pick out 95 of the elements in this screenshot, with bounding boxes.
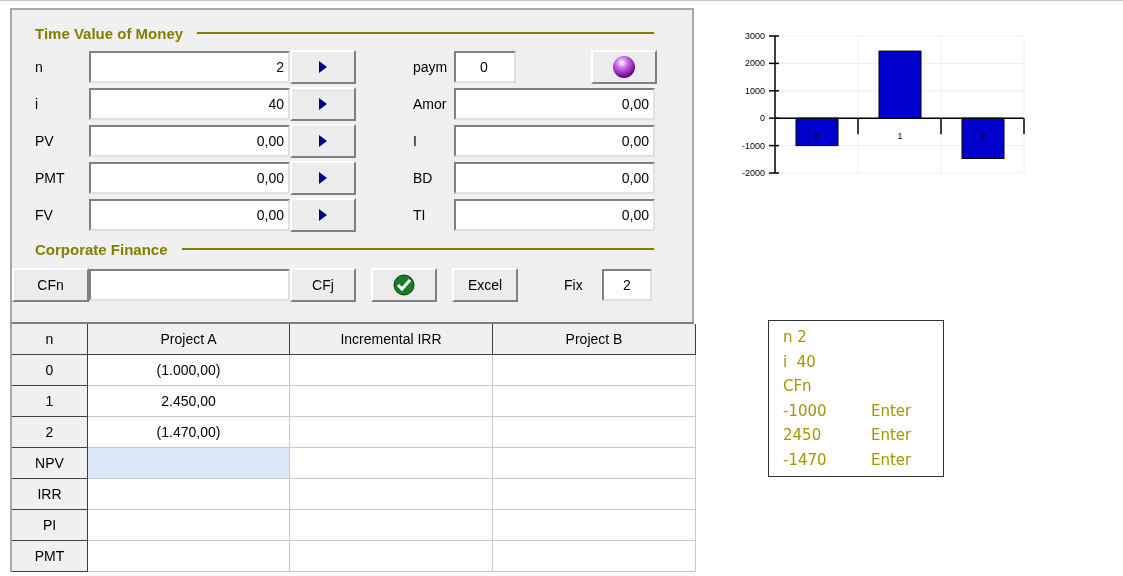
table-cell[interactable] — [290, 355, 493, 386]
row-header: 2 — [12, 417, 88, 448]
play-icon — [319, 135, 327, 147]
keystroke-action: Enter — [871, 426, 912, 445]
keystroke-value: n 2 — [783, 328, 807, 347]
table-cell[interactable] — [290, 386, 493, 417]
row-header: 1 — [12, 386, 88, 417]
row-header: PMT — [12, 541, 88, 572]
input-field[interactable]: 0,00 — [89, 125, 290, 157]
cfn-button[interactable]: CFn — [12, 268, 89, 302]
keystroke-value: i 40 — [783, 352, 816, 371]
field-label: TI — [412, 207, 427, 223]
table-cell[interactable] — [88, 510, 290, 541]
x-tick-label: 2 — [980, 131, 986, 142]
table-cell[interactable] — [290, 417, 493, 448]
input-field[interactable]: 0 — [454, 51, 516, 83]
y-tick-label: 2000 — [744, 58, 765, 69]
row-header: IRR — [12, 479, 88, 510]
table-cell[interactable] — [88, 448, 290, 479]
fix-label: Fix — [564, 277, 584, 293]
solve-button[interactable] — [290, 50, 356, 84]
cfj-button[interactable]: CFj — [290, 268, 356, 302]
column-header: Project A — [88, 324, 290, 355]
keystroke-value: -1470 — [783, 450, 828, 469]
row-header: PI — [12, 510, 88, 541]
table-cell[interactable] — [290, 510, 493, 541]
excel-button[interactable]: Excel — [452, 268, 518, 302]
field-label: PMT — [34, 170, 66, 186]
y-tick-label: 1000 — [744, 85, 765, 96]
play-icon — [319, 209, 327, 221]
column-header: Project B — [493, 324, 696, 355]
x-tick-label: 1 — [897, 131, 903, 142]
chart-bar — [961, 117, 1005, 159]
table-cell[interactable] — [493, 355, 696, 386]
column-header: Incremental IRR — [290, 324, 493, 355]
table-cell[interactable] — [493, 386, 696, 417]
table-cell[interactable] — [493, 479, 696, 510]
keystroke-action: Enter — [871, 401, 912, 420]
solve-button[interactable] — [290, 87, 356, 121]
play-icon — [319, 61, 327, 73]
table-cell[interactable] — [88, 479, 290, 510]
field-label: PV — [34, 133, 55, 149]
play-icon — [319, 172, 327, 184]
chart-bar — [878, 50, 922, 119]
play-icon — [319, 98, 327, 110]
table-cell[interactable]: (1.470,00) — [88, 417, 290, 448]
x-tick-label: 0 — [814, 131, 820, 142]
field-label: n — [34, 59, 44, 75]
solve-button[interactable] — [290, 198, 356, 232]
keystroke-value: -1000 — [783, 401, 828, 420]
table-cell[interactable] — [493, 510, 696, 541]
table-cell[interactable] — [493, 541, 696, 572]
input-field[interactable]: 0,00 — [89, 162, 290, 194]
section-title: Time Value of Money — [35, 24, 184, 42]
keystroke-value: CFn — [783, 377, 812, 396]
field-label: FV — [34, 207, 54, 223]
input-field[interactable]: 2 — [89, 51, 290, 83]
section-title: Corporate Finance — [35, 240, 168, 258]
row-header: NPV — [12, 448, 88, 479]
column-header: n — [12, 324, 88, 355]
cash-flow-input[interactable] — [89, 269, 290, 301]
field-label: I — [412, 133, 418, 149]
keystroke-value: 2450 — [783, 426, 823, 445]
table-cell[interactable] — [290, 541, 493, 572]
y-tick-label: -2000 — [741, 168, 765, 178]
output-field: 0,00 — [454, 199, 655, 231]
row-header: 0 — [12, 355, 88, 386]
input-field[interactable]: 0,00 — [89, 199, 290, 231]
table-cell[interactable] — [493, 417, 696, 448]
table-cell[interactable] — [290, 479, 493, 510]
field-label: i — [34, 96, 40, 112]
output-field: 0,00 — [454, 125, 655, 157]
solve-button[interactable] — [290, 161, 356, 195]
field-label: paym — [412, 59, 449, 75]
table-cell[interactable]: 2.450,00 — [88, 386, 290, 417]
input-field[interactable]: 40 — [89, 88, 290, 120]
y-tick-label: -1000 — [741, 140, 765, 151]
y-tick-label: 3000 — [744, 31, 765, 41]
orb-icon — [612, 55, 636, 79]
table-cell[interactable] — [493, 448, 696, 479]
output-field: 0,00 — [454, 162, 655, 194]
table-cell[interactable]: (1.000,00) — [88, 355, 290, 386]
solve-button[interactable] — [290, 124, 356, 158]
orb-button[interactable] — [591, 50, 657, 84]
table-cell[interactable] — [290, 448, 493, 479]
chart-bar — [795, 117, 839, 147]
field-label: Amor — [412, 96, 448, 112]
confirm-button[interactable] — [371, 268, 437, 302]
field-label: BD — [412, 170, 434, 186]
keystroke-action: Enter — [871, 450, 912, 469]
decimals-field[interactable]: 2 — [602, 269, 652, 301]
output-field: 0,00 — [454, 88, 655, 120]
table-cell[interactable] — [88, 541, 290, 572]
checkmark-icon — [393, 274, 415, 296]
y-tick-label: 0 — [760, 113, 765, 124]
